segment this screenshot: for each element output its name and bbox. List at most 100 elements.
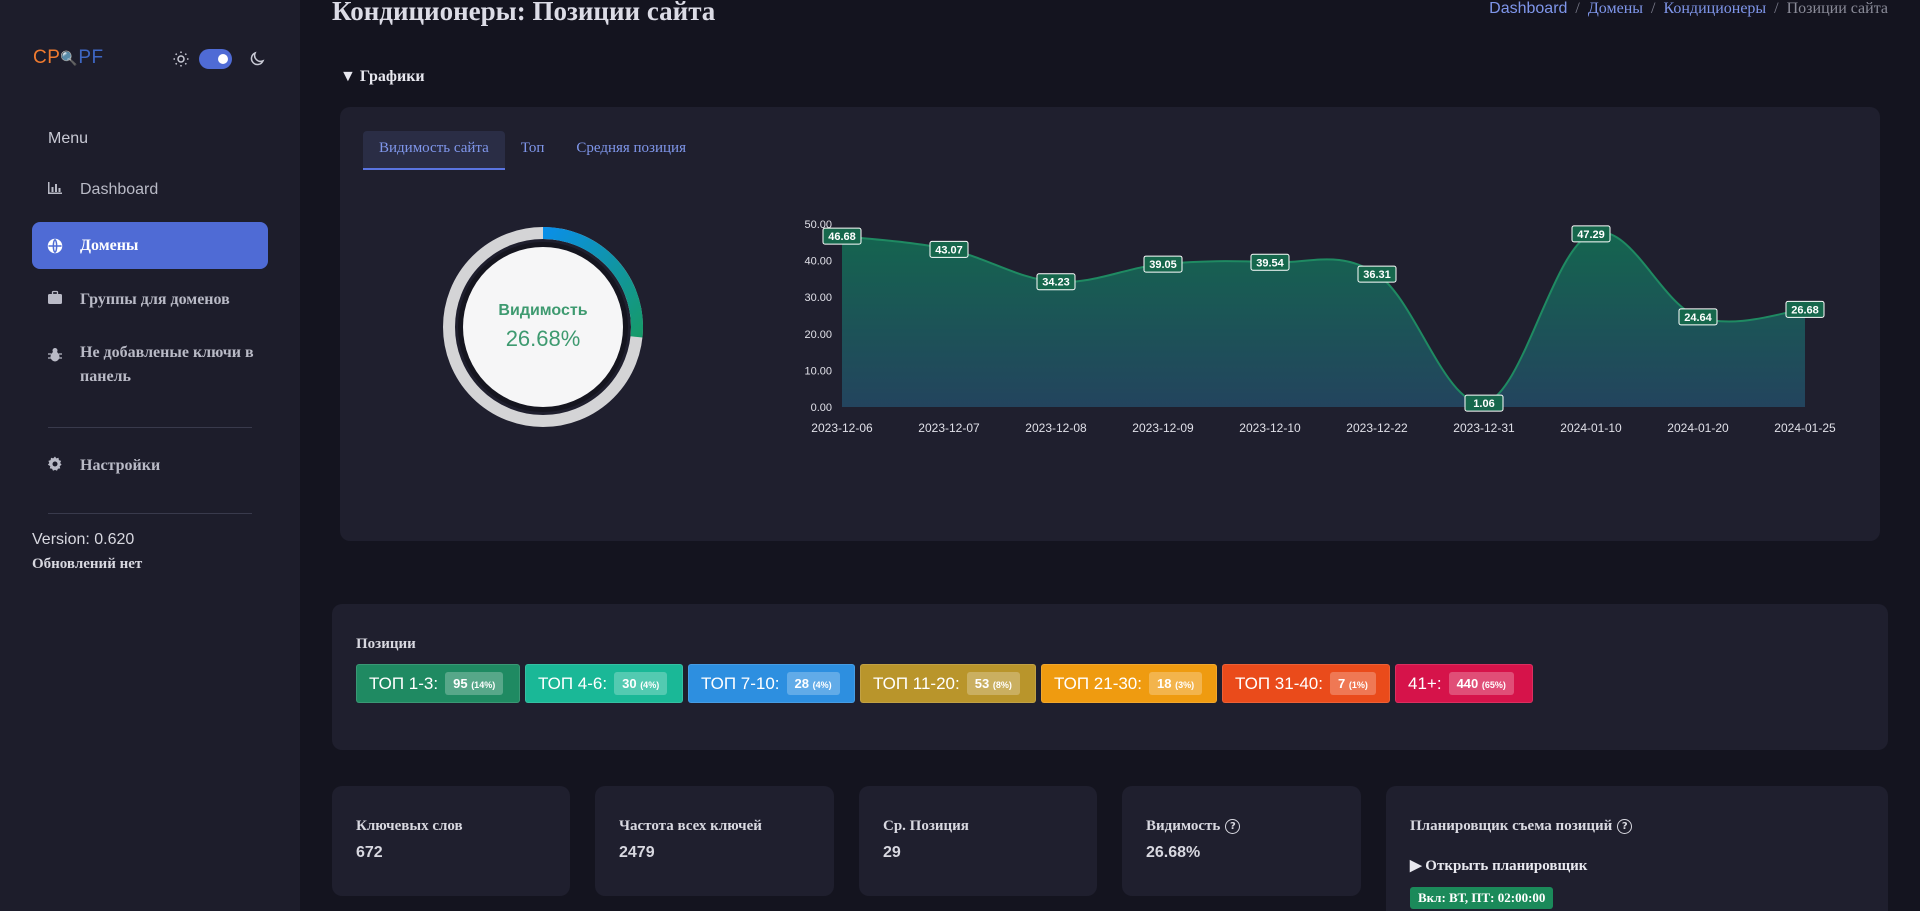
position-badge-count: 440 (65%) bbox=[1448, 672, 1514, 695]
logo-text-right: PF bbox=[78, 47, 104, 68]
data-label: 24.64 bbox=[1684, 312, 1712, 324]
positions-title: Позиции bbox=[356, 636, 416, 652]
visibility-area-chart: 0.0010.0020.0030.0040.0050.002023-12-06 2… bbox=[804, 219, 1836, 435]
donut-center: Видимость 26.68% bbox=[463, 247, 623, 407]
sidebar-item-domains[interactable]: Домены bbox=[32, 222, 268, 269]
data-label: 36.31 bbox=[1363, 269, 1391, 281]
scheduler-title-row: Планировщик съема позиций ? bbox=[1410, 818, 1633, 835]
position-badge[interactable]: 41+: 440 (65%) bbox=[1395, 664, 1533, 703]
sidebar-item-dashboard[interactable]: Dashboard bbox=[32, 178, 268, 204]
y-tick-label: 30.00 bbox=[804, 292, 832, 304]
position-badge[interactable]: ТОП 1-3: 95 (14%) bbox=[356, 664, 520, 703]
position-percent: (14%) bbox=[471, 680, 496, 690]
sidebar-item-label: Dashboard bbox=[80, 181, 159, 198]
position-percent: (3%) bbox=[1175, 680, 1195, 690]
sidebar-item-groups[interactable]: Группы для доменов bbox=[32, 288, 268, 314]
x-tick-label: 2024-01-10 bbox=[1560, 421, 1622, 435]
position-badge[interactable]: ТОП 11-20: 53 (8%) bbox=[860, 664, 1036, 703]
position-badge-count: 7 (1%) bbox=[1330, 672, 1376, 695]
y-tick-label: 40.00 bbox=[804, 256, 832, 268]
moon-icon bbox=[250, 51, 265, 66]
stat-value: 672 bbox=[356, 844, 383, 861]
position-count: 28 bbox=[794, 676, 810, 691]
position-badge-count: 95 (14%) bbox=[445, 672, 504, 695]
stat-title-row: Видимость ? bbox=[1146, 818, 1241, 835]
positions-card: Позиции ТОП 1-3: 95 (14%) ТОП 4-6: 30 (4%) Т… bbox=[332, 604, 1888, 750]
logo-mark-icon: 🔍 bbox=[60, 50, 79, 66]
stat-title: Ключевых слов bbox=[356, 818, 463, 834]
stat-frequency: Частота всех ключей 2479 bbox=[595, 786, 834, 896]
bug-icon bbox=[48, 348, 62, 362]
sidebar-item-label: Домены bbox=[80, 236, 139, 254]
position-badge-count: 18 (3%) bbox=[1149, 672, 1203, 695]
tab-avg-position[interactable]: Средняя позиция bbox=[560, 131, 702, 170]
help-icon[interactable]: ? bbox=[1225, 819, 1241, 834]
sun-icon bbox=[173, 51, 189, 67]
data-label: 39.54 bbox=[1256, 257, 1284, 269]
breadcrumb-separator: / bbox=[1774, 0, 1779, 17]
position-badge[interactable]: ТОП 7-10: 28 (4%) bbox=[688, 664, 855, 703]
x-tick-label: 2024-01-20 bbox=[1667, 421, 1729, 435]
sidebar-divider bbox=[48, 513, 252, 514]
position-percent: (8%) bbox=[992, 680, 1012, 690]
briefcase-icon bbox=[48, 290, 62, 304]
stat-value: 2479 bbox=[619, 844, 655, 861]
x-tick-label: 2023-12-10 bbox=[1239, 421, 1301, 435]
position-badge-label: ТОП 11-20: bbox=[873, 673, 960, 693]
x-tick-label: 2023-12-22 bbox=[1346, 421, 1408, 435]
position-percent: (4%) bbox=[812, 680, 832, 690]
theme-toggle[interactable] bbox=[199, 49, 232, 69]
position-badge[interactable]: ТОП 21-30: 18 (3%) bbox=[1041, 664, 1217, 703]
data-label: 34.23 bbox=[1042, 277, 1070, 289]
donut-label: Видимость bbox=[498, 302, 588, 319]
chart-tabs: Видимость сайта Топ Средняя позиция bbox=[363, 131, 702, 170]
stat-keywords: Ключевых слов 672 bbox=[332, 786, 570, 896]
position-count: 18 bbox=[1157, 676, 1172, 691]
positions-badges: ТОП 1-3: 95 (14%) ТОП 4-6: 30 (4%) ТОП 7-10:… bbox=[356, 664, 1533, 703]
tab-visibility[interactable]: Видимость сайта bbox=[363, 131, 505, 170]
position-badge[interactable]: ТОП 31-40: 7 (1%) bbox=[1222, 664, 1390, 703]
sidebar-item-label: Не добавленые ключи в панель bbox=[80, 344, 254, 385]
x-tick-label: 2023-12-07 bbox=[918, 421, 980, 435]
position-percent: (1%) bbox=[1348, 680, 1368, 690]
position-count: 53 bbox=[974, 676, 990, 691]
breadcrumb-domain[interactable]: Кондиционеры bbox=[1663, 0, 1766, 18]
position-badge-label: ТОП 21-30: bbox=[1054, 673, 1142, 693]
position-badge-count: 28 (4%) bbox=[786, 672, 840, 695]
sidebar-item-label: Группы для доменов bbox=[80, 291, 230, 308]
data-label: 47.29 bbox=[1577, 229, 1605, 241]
bar-chart-icon bbox=[48, 182, 62, 194]
open-scheduler-toggle[interactable]: ▶ Открыть планировщик bbox=[1410, 856, 1587, 875]
breadcrumb-separator: / bbox=[1575, 0, 1580, 17]
sidebar: CP🔍PF Menu Dashboard Домены Группы для д… bbox=[0, 0, 300, 911]
position-count: 440 bbox=[1456, 676, 1479, 691]
data-label: 46.68 bbox=[828, 231, 856, 243]
breadcrumb-current: Позиции сайта bbox=[1786, 0, 1888, 17]
data-label: 26.68 bbox=[1791, 304, 1819, 316]
position-count: 7 bbox=[1338, 676, 1346, 691]
menu-heading: Menu bbox=[48, 130, 89, 147]
sidebar-item-settings[interactable]: Настройки bbox=[32, 454, 268, 480]
position-badge-label: ТОП 7-10: bbox=[701, 673, 780, 693]
stat-visibility: Видимость ? 26.68% bbox=[1122, 786, 1361, 896]
x-tick-label: 2023-12-09 bbox=[1132, 421, 1194, 435]
breadcrumb-domains[interactable]: Домены bbox=[1588, 0, 1643, 18]
position-badge-count: 53 (8%) bbox=[966, 672, 1020, 695]
tab-top[interactable]: Топ bbox=[505, 131, 561, 170]
charts-section-toggle[interactable]: ▼ Графики bbox=[340, 68, 425, 86]
globe-icon bbox=[47, 238, 63, 253]
y-tick-label: 20.00 bbox=[804, 329, 832, 341]
help-icon[interactable]: ? bbox=[1617, 819, 1633, 834]
updates-status: Обновлений нет bbox=[32, 556, 143, 572]
data-label: 39.05 bbox=[1149, 259, 1177, 271]
y-tick-label: 10.00 bbox=[804, 365, 832, 377]
sidebar-item-missing-keys[interactable]: Не добавленые ключи в панель bbox=[32, 341, 268, 393]
x-tick-label: 2023-12-08 bbox=[1025, 421, 1087, 435]
position-badge[interactable]: ТОП 4-6: 30 (4%) bbox=[525, 664, 683, 703]
area-fill bbox=[842, 232, 1805, 407]
position-count: 95 bbox=[453, 676, 468, 691]
gear-icon bbox=[47, 456, 62, 471]
logo[interactable]: CP🔍PF bbox=[33, 47, 104, 69]
position-badge-label: ТОП 31-40: bbox=[1235, 673, 1323, 693]
breadcrumb-dashboard[interactable]: Dashboard bbox=[1489, 0, 1567, 18]
